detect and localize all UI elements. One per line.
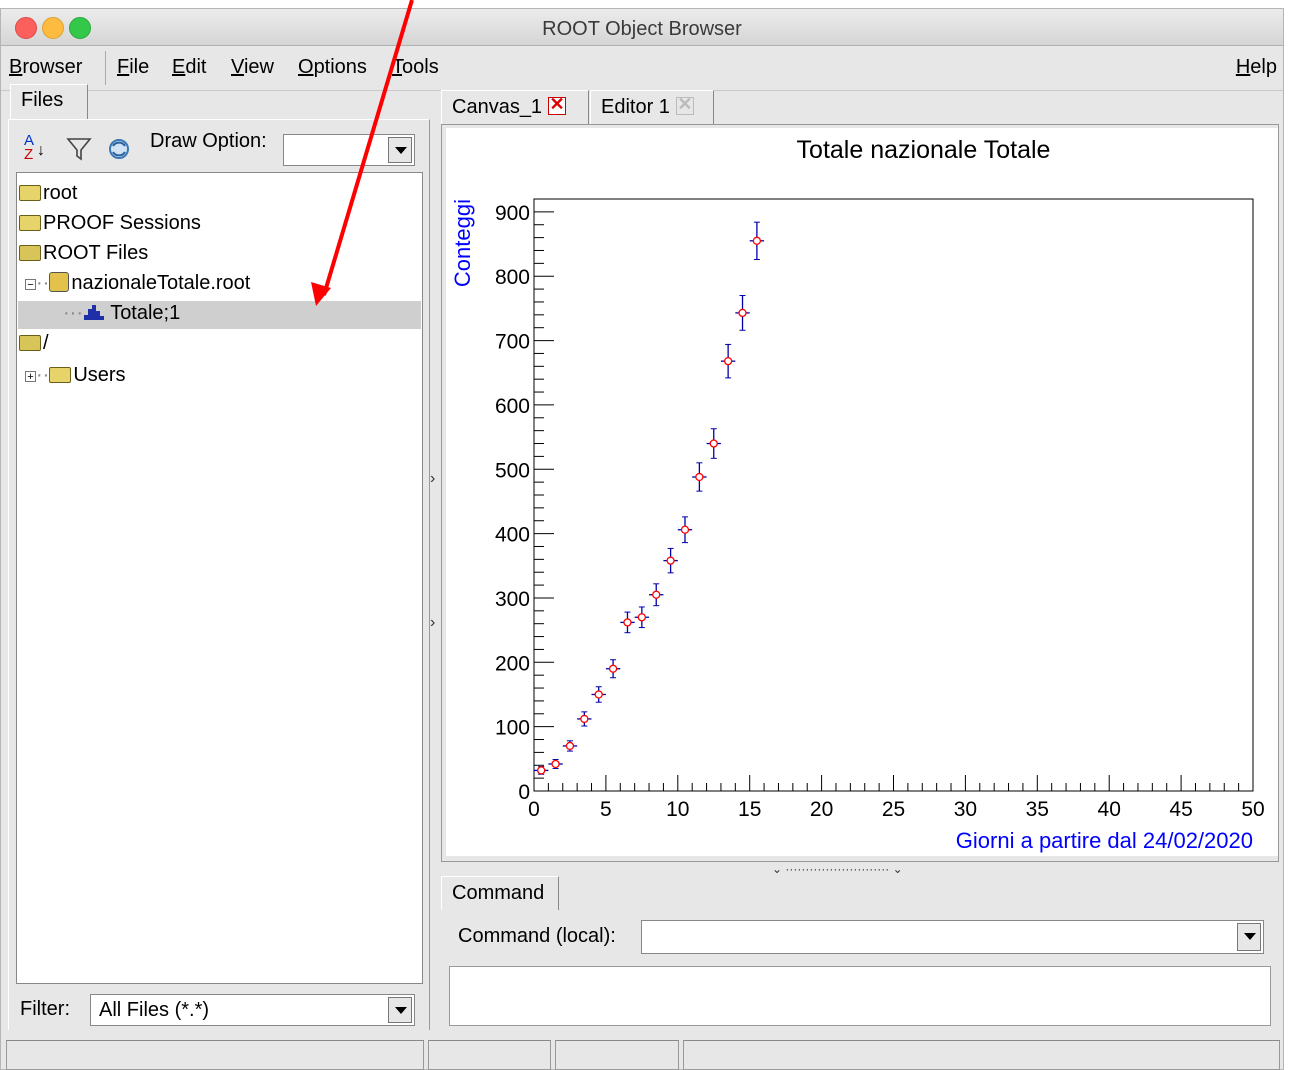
data-point — [709, 439, 718, 448]
y-tick-label: 800 — [495, 266, 530, 289]
open-folder-icon — [19, 245, 41, 261]
menu-separator — [105, 51, 106, 85]
command-input[interactable] — [641, 920, 1264, 954]
x-tick-label: 5 — [600, 798, 612, 821]
tree-item-histogram[interactable]: ··· Totale;1 — [63, 299, 180, 327]
chevron-down-icon[interactable] — [388, 137, 412, 163]
data-point — [623, 618, 632, 627]
x-tick-label: 40 — [1098, 798, 1121, 821]
open-folder-icon — [19, 335, 41, 351]
folder-icon — [19, 215, 41, 231]
y-tick-label: 100 — [495, 717, 530, 740]
x-tick-label: 45 — [1169, 798, 1192, 821]
data-point — [738, 308, 747, 318]
chart-title: Totale nazionale Totale — [797, 136, 1051, 164]
x-tick-label: 50 — [1241, 798, 1264, 821]
data-point — [608, 664, 618, 673]
canvas-plot[interactable]: Totale nazionale Totale 0 5 10 15 20 25 30 35 40 4… — [446, 128, 1278, 856]
splitter-handle[interactable]: › › — [430, 470, 435, 632]
close-tab-icon[interactable]: ✕ — [548, 94, 567, 115]
file-tree[interactable]: root PROOF Sessions ROOT Files − ·· nazion… — [16, 172, 423, 984]
menu-help[interactable]: Help — [1236, 56, 1277, 79]
filter-icon[interactable] — [66, 136, 92, 162]
filter-label: Filter: — [20, 998, 70, 1020]
x-tick-label: 30 — [954, 798, 977, 821]
menu-edit[interactable]: Edit — [172, 56, 206, 79]
folder-icon — [49, 367, 72, 383]
data-point — [695, 472, 704, 482]
tree-item-proof-sessions[interactable]: PROOF Sessions — [19, 209, 201, 237]
splitter-handle-h[interactable]: ⌄ ·························· ⌄ — [772, 862, 903, 876]
collapse-icon[interactable]: − — [25, 279, 36, 291]
status-cell — [428, 1040, 551, 1070]
tree-item-users[interactable]: + ·· Users — [25, 361, 126, 389]
data-point — [680, 525, 690, 534]
menu-file[interactable]: File — [117, 56, 149, 79]
data-point — [580, 714, 589, 724]
expand-icon[interactable]: + — [25, 371, 36, 383]
histogram-icon — [83, 305, 104, 320]
x-tick-label: 10 — [666, 798, 689, 821]
data-point — [652, 590, 661, 599]
data-point — [594, 690, 603, 699]
y-tick-label: 900 — [495, 202, 530, 225]
tab-canvas[interactable]: Canvas_1 ✕ — [441, 90, 589, 124]
folder-icon — [19, 185, 41, 201]
y-tick-label: 200 — [495, 652, 530, 675]
tree-item-slash[interactable]: / — [19, 329, 49, 357]
data-point — [565, 741, 575, 751]
plot-frame — [533, 198, 1254, 792]
y-tick-label: 300 — [495, 588, 530, 611]
x-axis-label: Giorni a partire dal 24/02/2020 — [956, 828, 1253, 853]
menu-browser[interactable]: Browser — [9, 56, 82, 79]
window-title: ROOT Object Browser — [542, 18, 742, 40]
tree-item-root-file[interactable]: − ·· nazionaleTotale.root — [25, 269, 250, 297]
close-tab-icon[interactable]: ✕ — [675, 94, 694, 115]
sort-icon[interactable]: A Z ↓ — [24, 133, 45, 162]
data-point — [752, 236, 762, 245]
x-tick-label: 15 — [738, 798, 761, 821]
y-tick-label: 500 — [495, 459, 530, 482]
data-point — [666, 556, 675, 565]
menu-view[interactable]: View — [231, 56, 274, 79]
filter-value: All Files (*.*) — [99, 999, 210, 1021]
refresh-icon[interactable] — [106, 136, 132, 162]
status-cell — [683, 1040, 1280, 1070]
x-tick-label: 20 — [810, 798, 833, 821]
status-cell — [6, 1040, 424, 1070]
command-output — [449, 966, 1271, 1026]
tree-item-root[interactable]: root — [19, 179, 77, 207]
status-cell — [555, 1040, 679, 1070]
y-tick-label: 0 — [518, 781, 530, 804]
draw-option-label: Draw Option: — [150, 130, 267, 152]
tab-files[interactable]: Files — [10, 84, 88, 120]
tab-editor[interactable]: Editor 1 ✕ — [590, 90, 714, 124]
menu-tools[interactable]: Tools — [392, 56, 439, 79]
draw-option-combo[interactable] — [283, 134, 415, 166]
menu-options[interactable]: Options — [298, 56, 367, 79]
y-tick-label: 400 — [495, 524, 530, 547]
y-axis-label: Conteggi — [450, 199, 475, 287]
tree-item-root-files[interactable]: ROOT Files — [19, 239, 148, 267]
title-bar: ROOT Object Browser — [1, 9, 1283, 46]
data-point — [551, 759, 560, 769]
data-point — [637, 613, 647, 622]
data-point — [723, 357, 733, 366]
data-point — [537, 766, 546, 775]
x-tick-label: 25 — [882, 798, 905, 821]
tab-command[interactable]: Command — [441, 876, 559, 910]
chevron-down-icon[interactable] — [388, 997, 412, 1023]
filter-combo[interactable]: All Files (*.*) — [90, 994, 415, 1026]
chevron-down-icon[interactable] — [1237, 923, 1261, 951]
command-label: Command (local): — [458, 925, 616, 947]
x-tick-label: 35 — [1026, 798, 1049, 821]
menu-bar: Browser File Edit View Options Tools Hel… — [1, 46, 1283, 91]
root-file-icon — [49, 272, 70, 292]
y-tick-label: 700 — [495, 331, 530, 354]
y-tick-label: 600 — [495, 395, 530, 418]
